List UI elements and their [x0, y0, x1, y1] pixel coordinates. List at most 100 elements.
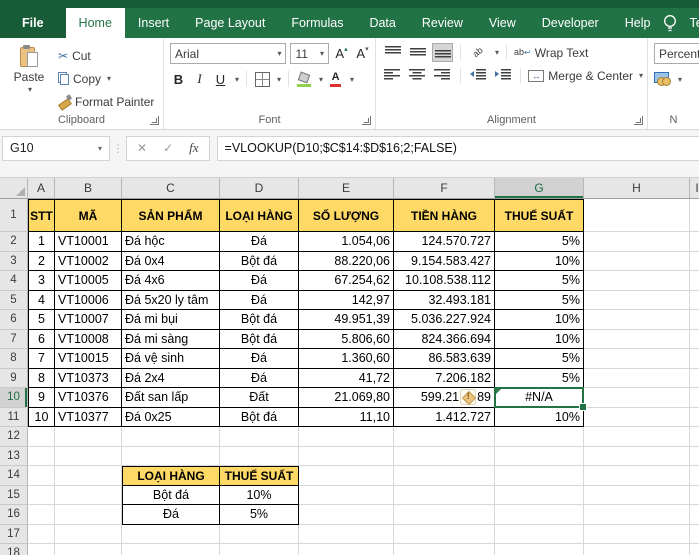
cell-H18[interactable]: [584, 544, 690, 555]
cell-I13[interactable]: [690, 447, 699, 467]
cell-E14[interactable]: [299, 466, 394, 486]
cell-C18[interactable]: [122, 544, 220, 555]
number-format-combo[interactable]: Percent: [654, 43, 699, 64]
decrease-font-size-button[interactable]: A▾: [354, 44, 371, 64]
cell-C9[interactable]: Đá 2x4: [122, 369, 220, 389]
cell-D15[interactable]: 10%: [220, 486, 299, 506]
cell-I11[interactable]: [690, 408, 699, 428]
cell-F18[interactable]: [394, 544, 495, 555]
cell-A4[interactable]: 3: [28, 271, 55, 291]
font-color-button[interactable]: A: [327, 69, 344, 89]
cell-H7[interactable]: [584, 330, 690, 350]
tab-view[interactable]: View: [476, 8, 529, 38]
row-header-11[interactable]: 11: [0, 408, 28, 428]
cell-H10[interactable]: [584, 388, 690, 408]
cell-E4[interactable]: 67.254,62: [299, 271, 394, 291]
cell-G6[interactable]: 10%: [495, 310, 584, 330]
tab-developer[interactable]: Developer: [529, 8, 612, 38]
fill-handle[interactable]: [579, 403, 587, 411]
paste-button[interactable]: Paste ▾: [6, 43, 52, 111]
cell-A12[interactable]: [28, 427, 55, 447]
cell-G11[interactable]: 10%: [495, 408, 584, 428]
cell-F12[interactable]: [394, 427, 495, 447]
cell-D1[interactable]: LOẠI HÀNG: [220, 199, 299, 232]
cell-D6[interactable]: Bột đá: [220, 310, 299, 330]
cell-D12[interactable]: [220, 427, 299, 447]
cell-G16[interactable]: [495, 505, 584, 525]
cell-A1[interactable]: STT: [28, 199, 55, 232]
top-align-button[interactable]: [382, 43, 403, 62]
cell-A8[interactable]: 7: [28, 349, 55, 369]
column-header-D[interactable]: D: [220, 178, 299, 199]
cell-G5[interactable]: 5%: [495, 291, 584, 311]
cell-F5[interactable]: 32.493.181: [394, 291, 495, 311]
cell-A11[interactable]: 10: [28, 408, 55, 428]
cell-H8[interactable]: [584, 349, 690, 369]
cell-C5[interactable]: Đá 5x20 ly tâm: [122, 291, 220, 311]
italic-button[interactable]: I: [191, 69, 208, 89]
font-size-combo[interactable]: 11 ▾: [290, 43, 329, 64]
cell-D16[interactable]: 5%: [220, 505, 299, 525]
row-header-17[interactable]: 17: [0, 525, 28, 545]
bottom-align-button[interactable]: [432, 43, 453, 62]
cell-E18[interactable]: [299, 544, 394, 555]
cell-E8[interactable]: 1.360,60: [299, 349, 394, 369]
tab-page-layout[interactable]: Page Layout: [182, 8, 278, 38]
cell-G15[interactable]: [495, 486, 584, 506]
cell-A9[interactable]: 8: [28, 369, 55, 389]
cell-D3[interactable]: Bột đá: [220, 252, 299, 272]
cell-G9[interactable]: 5%: [495, 369, 584, 389]
column-header-B[interactable]: B: [55, 178, 122, 199]
row-header-16[interactable]: 16: [0, 505, 28, 525]
cell-H15[interactable]: [584, 486, 690, 506]
cell-H11[interactable]: [584, 408, 690, 428]
row-header-14[interactable]: 14: [0, 466, 28, 486]
tab-home[interactable]: Home: [66, 8, 125, 38]
select-all-corner[interactable]: [0, 178, 28, 199]
cell-G3[interactable]: 10%: [495, 252, 584, 272]
cell-B12[interactable]: [55, 427, 122, 447]
cell-I8[interactable]: [690, 349, 699, 369]
cell-I9[interactable]: [690, 369, 699, 389]
cell-A15[interactable]: [28, 486, 55, 506]
cell-E9[interactable]: 41,72: [299, 369, 394, 389]
cell-E7[interactable]: 5.806,60: [299, 330, 394, 350]
cell-F9[interactable]: 7.206.182: [394, 369, 495, 389]
align-left-button[interactable]: [382, 66, 403, 85]
merge-center-button[interactable]: ↔ Merge & Center ▾: [528, 66, 643, 85]
cell-F3[interactable]: 9.154.583.427: [394, 252, 495, 272]
column-header-H[interactable]: H: [584, 178, 690, 199]
cell-A3[interactable]: 2: [28, 252, 55, 272]
cell-B10[interactable]: VT10376: [55, 388, 122, 408]
cell-A5[interactable]: 4: [28, 291, 55, 311]
cell-B9[interactable]: VT10373: [55, 369, 122, 389]
cancel-icon[interactable]: ✕: [137, 141, 147, 155]
tab-review[interactable]: Review: [409, 8, 476, 38]
cell-F4[interactable]: 10.108.538.112: [394, 271, 495, 291]
cell-G7[interactable]: 10%: [495, 330, 584, 350]
cell-F14[interactable]: [394, 466, 495, 486]
tab-file[interactable]: File: [0, 8, 66, 38]
column-header-I[interactable]: I: [690, 178, 699, 199]
cell-I2[interactable]: [690, 232, 699, 252]
cell-G4[interactable]: 5%: [495, 271, 584, 291]
align-center-button[interactable]: [407, 66, 428, 85]
cell-E16[interactable]: [299, 505, 394, 525]
cell-F10[interactable]: 599.21!89: [394, 388, 495, 408]
align-right-button[interactable]: [432, 66, 453, 85]
cell-B7[interactable]: VT10008: [55, 330, 122, 350]
accounting-format-button[interactable]: [654, 69, 672, 89]
format-painter-button[interactable]: Format Painter: [58, 92, 154, 111]
row-header-18[interactable]: 18: [0, 544, 28, 555]
cell-C4[interactable]: Đá 4x6: [122, 271, 220, 291]
cell-D7[interactable]: Bột đá: [220, 330, 299, 350]
cell-D18[interactable]: [220, 544, 299, 555]
cell-D4[interactable]: Đá: [220, 271, 299, 291]
cell-C17[interactable]: [122, 525, 220, 545]
cell-C8[interactable]: Đá vệ sinh: [122, 349, 220, 369]
error-options-button[interactable]: !: [460, 389, 476, 405]
cell-C10[interactable]: Đất san lấp: [122, 388, 220, 408]
cell-G10[interactable]: #N/A: [495, 388, 584, 408]
cell-B5[interactable]: VT10006: [55, 291, 122, 311]
cell-E6[interactable]: 49.951,39: [299, 310, 394, 330]
